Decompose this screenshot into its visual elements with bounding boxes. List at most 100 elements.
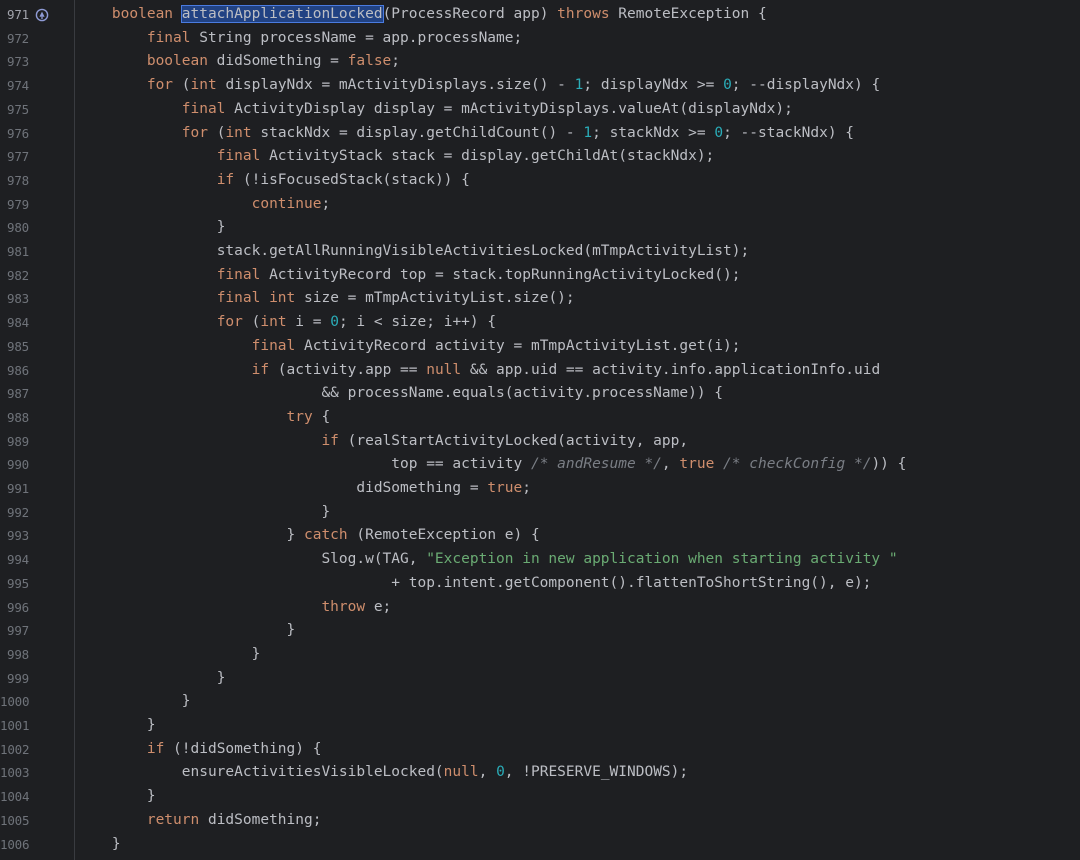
code-line[interactable]: 979 continue; [0, 193, 1080, 217]
line-number: 1006 [0, 836, 30, 852]
code-line[interactable]: 996 throw e; [0, 596, 1080, 620]
code-line[interactable]: 980 } [0, 216, 1080, 240]
keyword-token: int [260, 314, 287, 331]
code-line[interactable]: 972 final String processName = app.proce… [0, 27, 1080, 51]
code-text[interactable]: for (int displayNdx = mActivityDisplays.… [77, 74, 880, 98]
code-token: ActivityRecord top = stack.topRunningAct… [260, 266, 741, 283]
code-text[interactable]: } [77, 501, 330, 525]
code-text[interactable]: if (!isFocusedStack(stack)) { [77, 169, 470, 193]
code-text[interactable]: } [77, 667, 226, 691]
code-text[interactable]: } catch (RemoteException e) { [77, 524, 540, 548]
code-line[interactable]: 1006 } [0, 833, 1080, 857]
code-text[interactable]: if (activity.app == null && app.uid == a… [77, 359, 881, 383]
line-number: 995 [7, 575, 29, 591]
code-text[interactable]: } [77, 714, 156, 738]
code-line[interactable]: 993 } catch (RemoteException e) { [0, 524, 1080, 548]
code-text[interactable]: } [77, 690, 191, 714]
code-token: ; [522, 480, 531, 496]
code-line[interactable]: 990 top == activity /* andResume */, tru… [0, 453, 1080, 477]
code-text[interactable]: final ActivityRecord activity = mTmpActi… [77, 335, 741, 359]
line-number: 1002 [0, 741, 30, 757]
code-token: , [478, 764, 497, 781]
code-line[interactable]: 994 Slog.w(TAG, "Exception in new applic… [0, 548, 1080, 572]
code-line[interactable]: 1003 ensureActivitiesVisibleLocked(null,… [0, 761, 1080, 785]
code-token: ; [321, 195, 331, 212]
keyword-token: null [443, 764, 479, 781]
code-line[interactable]: 974 for (int displayNdx = mActivityDispl… [0, 74, 1080, 98]
code-line[interactable]: 985 final ActivityRecord activity = mTmp… [0, 335, 1080, 359]
code-line[interactable]: 987 && processName.equals(activity.proce… [0, 382, 1080, 406]
code-line[interactable]: 978 if (!isFocusedStack(stack)) { [0, 169, 1080, 193]
code-line[interactable]: 1000 } [0, 690, 1080, 714]
code-line[interactable]: 971 boolean attachApplicationLocked(Proc… [0, 3, 1080, 27]
string-token: "Exception in new application when start… [426, 551, 898, 568]
code-text[interactable]: if (!didSomething) { [77, 738, 322, 762]
code-token: (ProcessRecord app) [382, 6, 558, 22]
line-number: 1005 [0, 812, 30, 828]
code-text[interactable]: final ActivityStack stack = display.getC… [77, 145, 715, 169]
code-line[interactable]: 976 for (int stackNdx = display.getChild… [0, 122, 1080, 146]
code-line[interactable]: 973 boolean didSomething = false; [0, 50, 1080, 74]
code-line[interactable]: 998 } [0, 643, 1080, 667]
code-text[interactable]: Slog.w(TAG, "Exception in new applicatio… [77, 548, 898, 572]
line-number: 996 [7, 599, 29, 615]
code-text[interactable]: } [77, 619, 296, 643]
code-line[interactable]: 977 final ActivityStack stack = display.… [0, 145, 1080, 169]
code-token: ; --displayNdx) { [731, 77, 881, 94]
code-line[interactable]: 997 } [0, 619, 1080, 643]
code-line[interactable]: 988 try { [0, 406, 1080, 430]
code-token: e; [365, 598, 392, 615]
code-text[interactable]: return didSomething; [77, 809, 322, 833]
code-text[interactable]: } [77, 833, 121, 857]
code-line[interactable]: 992 } [0, 501, 1080, 525]
code-text[interactable]: stack.getAllRunningVisibleActivitiesLock… [77, 240, 750, 264]
code-line[interactable]: 975 final ActivityDisplay display = mAct… [0, 98, 1080, 122]
code-text[interactable]: } [77, 216, 226, 240]
keyword-token: throw [321, 598, 366, 615]
code-text[interactable]: ensureActivitiesVisibleLocked(null, 0, !… [77, 761, 688, 785]
code-text[interactable]: try { [77, 406, 331, 430]
code-text[interactable]: } [77, 785, 156, 809]
code-line[interactable]: 1001 } [0, 714, 1080, 738]
code-token: ; displayNdx >= [583, 77, 724, 94]
line-number: 992 [7, 504, 29, 520]
code-token: ensureActivitiesVisibleLocked( [181, 764, 444, 781]
code-line[interactable]: 982 final ActivityRecord top = stack.top… [0, 264, 1080, 288]
implementation-marker-icon[interactable] [35, 7, 49, 22]
keyword-token: final [251, 337, 296, 354]
code-line[interactable]: 984 for (int i = 0; i < size; i++) { [0, 311, 1080, 335]
code-editor[interactable]: 971 boolean attachApplicationLocked(Proc… [0, 0, 1080, 860]
code-text[interactable]: throw e; [77, 596, 391, 620]
code-line[interactable]: 989 if (realStartActivityLocked(activity… [0, 430, 1080, 454]
code-token: ( [207, 124, 226, 141]
code-token: (!isFocusedStack(stack)) { [234, 171, 470, 188]
code-text[interactable]: final int size = mTmpActivityList.size()… [77, 287, 575, 311]
code-text[interactable]: didSomething = true; [77, 477, 531, 501]
code-text[interactable]: boolean didSomething = false; [77, 50, 400, 74]
code-text[interactable]: top == activity /* andResume */, true /*… [77, 453, 906, 477]
code-text[interactable]: boolean attachApplicationLocked(ProcessR… [77, 3, 767, 27]
code-text[interactable]: && processName.equals(activity.processNa… [77, 382, 723, 406]
code-line[interactable]: 1004 } [0, 785, 1080, 809]
code-text[interactable]: final ActivityRecord top = stack.topRunn… [77, 264, 741, 288]
code-token: i = [286, 314, 331, 331]
code-text[interactable]: for (int i = 0; i < size; i++) { [77, 311, 496, 335]
code-text[interactable]: for (int stackNdx = display.getChildCoun… [77, 122, 854, 146]
code-line[interactable]: 991 didSomething = true; [0, 477, 1080, 501]
line-number: 998 [7, 646, 29, 662]
code-line[interactable]: 981 stack.getAllRunningVisibleActivities… [0, 240, 1080, 264]
code-line[interactable]: 995 + top.intent.getComponent().flattenT… [0, 572, 1080, 596]
code-text[interactable]: continue; [77, 193, 331, 217]
code-text[interactable]: } [77, 643, 261, 667]
code-text[interactable]: final String processName = app.processNa… [77, 27, 522, 51]
code-line[interactable]: 986 if (activity.app == null && app.uid … [0, 359, 1080, 383]
keyword-token: return [146, 811, 200, 828]
code-token: + top.intent.getComponent().flattenToSho… [391, 574, 872, 591]
code-line[interactable]: 1005 return didSomething; [0, 809, 1080, 833]
code-text[interactable]: final ActivityDisplay display = mActivit… [77, 98, 793, 122]
code-text[interactable]: + top.intent.getComponent().flattenToSho… [77, 572, 871, 596]
code-line[interactable]: 1002 if (!didSomething) { [0, 738, 1080, 762]
code-line[interactable]: 983 final int size = mTmpActivityList.si… [0, 287, 1080, 311]
code-line[interactable]: 999 } [0, 667, 1080, 691]
code-text[interactable]: if (realStartActivityLocked(activity, ap… [77, 430, 688, 454]
